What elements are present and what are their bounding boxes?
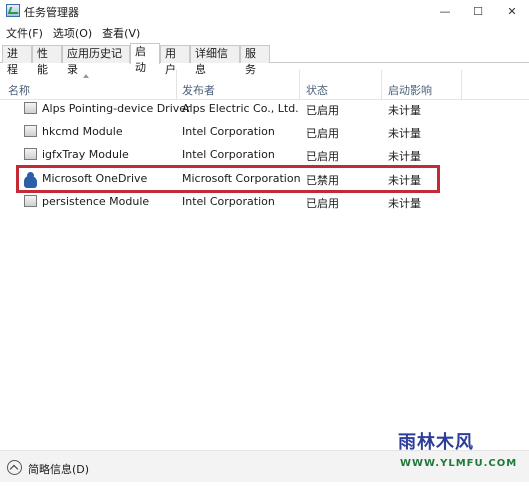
row-name: hkcmd Module	[42, 125, 123, 138]
row-name: Alps Pointing-device Driver	[42, 102, 191, 115]
highlight-box	[16, 165, 440, 193]
tab-services[interactable]: 服务	[240, 45, 270, 76]
column-header-startup-impact[interactable]: 启动影响	[388, 82, 432, 98]
column-divider[interactable]	[176, 70, 177, 100]
window-title: 任务管理器	[24, 6, 79, 19]
menu-view[interactable]: 查看(V)	[98, 25, 144, 41]
row-name: persistence Module	[42, 195, 150, 208]
minimize-button[interactable]: —	[429, 0, 461, 22]
close-button[interactable]: ✕	[496, 0, 528, 22]
table-row[interactable]: hkcmd Module Intel Corporation 已启用 未计量	[0, 121, 529, 143]
watermark-title: 雨林木风	[398, 432, 474, 453]
menu-bar: 文件(F) 选项(O) 查看(V)	[0, 24, 529, 42]
table-row[interactable]: persistence Module Intel Corporation 已启用…	[0, 191, 529, 213]
row-publisher: Alps Electric Co., Ltd.	[182, 102, 299, 115]
row-publisher: Intel Corporation	[182, 125, 275, 138]
maximize-button[interactable]: ☐	[462, 0, 494, 22]
menu-options[interactable]: 选项(O)	[49, 25, 96, 41]
sort-ascending-icon	[83, 74, 89, 78]
tab-users[interactable]: 用户	[160, 45, 190, 76]
tab-processes[interactable]: 进程	[2, 45, 32, 76]
row-status: 已启用	[306, 150, 339, 163]
column-header-row: 名称 发布者 状态 启动影响	[0, 70, 529, 100]
tab-startup[interactable]: 启动	[130, 43, 160, 74]
column-header-publisher[interactable]: 发布者	[182, 82, 215, 98]
task-manager-icon	[6, 4, 20, 17]
menu-file[interactable]: 文件(F)	[2, 25, 47, 41]
row-status: 已启用	[306, 127, 339, 140]
device-driver-icon	[24, 102, 37, 114]
tab-performance[interactable]: 性能	[32, 45, 62, 76]
row-status: 已启用	[306, 197, 339, 210]
tab-details[interactable]: 详细信息	[190, 45, 240, 76]
row-impact: 未计量	[388, 197, 421, 210]
table-row[interactable]: igfxTray Module Intel Corporation 已启用 未计…	[0, 144, 529, 166]
table-row[interactable]: Alps Pointing-device Driver Alps Electri…	[0, 98, 529, 120]
collapse-chevron-icon[interactable]	[7, 460, 22, 475]
row-impact: 未计量	[388, 104, 421, 117]
module-icon	[24, 148, 37, 160]
tab-bar: 进程 性能 应用历史记录 启动 用户 详细信息 服务	[0, 43, 529, 76]
fewer-details-link[interactable]: 简略信息(D)	[28, 461, 89, 477]
watermark-url: WWW.YLMFU.COM	[400, 458, 518, 469]
row-publisher: Intel Corporation	[182, 148, 275, 161]
column-divider[interactable]	[299, 70, 300, 100]
row-publisher: Intel Corporation	[182, 195, 275, 208]
row-impact: 未计量	[388, 127, 421, 140]
column-header-name[interactable]: 名称	[8, 82, 30, 98]
column-divider[interactable]	[461, 70, 462, 100]
module-icon	[24, 195, 37, 207]
title-bar: 任务管理器 — ☐ ✕	[0, 0, 529, 22]
column-header-status[interactable]: 状态	[306, 82, 328, 98]
watermark-logo: 雨林木风 WWW.YLMFU.COM	[398, 420, 516, 482]
module-icon	[24, 125, 37, 137]
row-name: igfxTray Module	[42, 148, 129, 161]
row-impact: 未计量	[388, 150, 421, 163]
tab-app-history[interactable]: 应用历史记录	[62, 45, 130, 76]
row-status: 已启用	[306, 104, 339, 117]
column-divider[interactable]	[381, 70, 382, 100]
